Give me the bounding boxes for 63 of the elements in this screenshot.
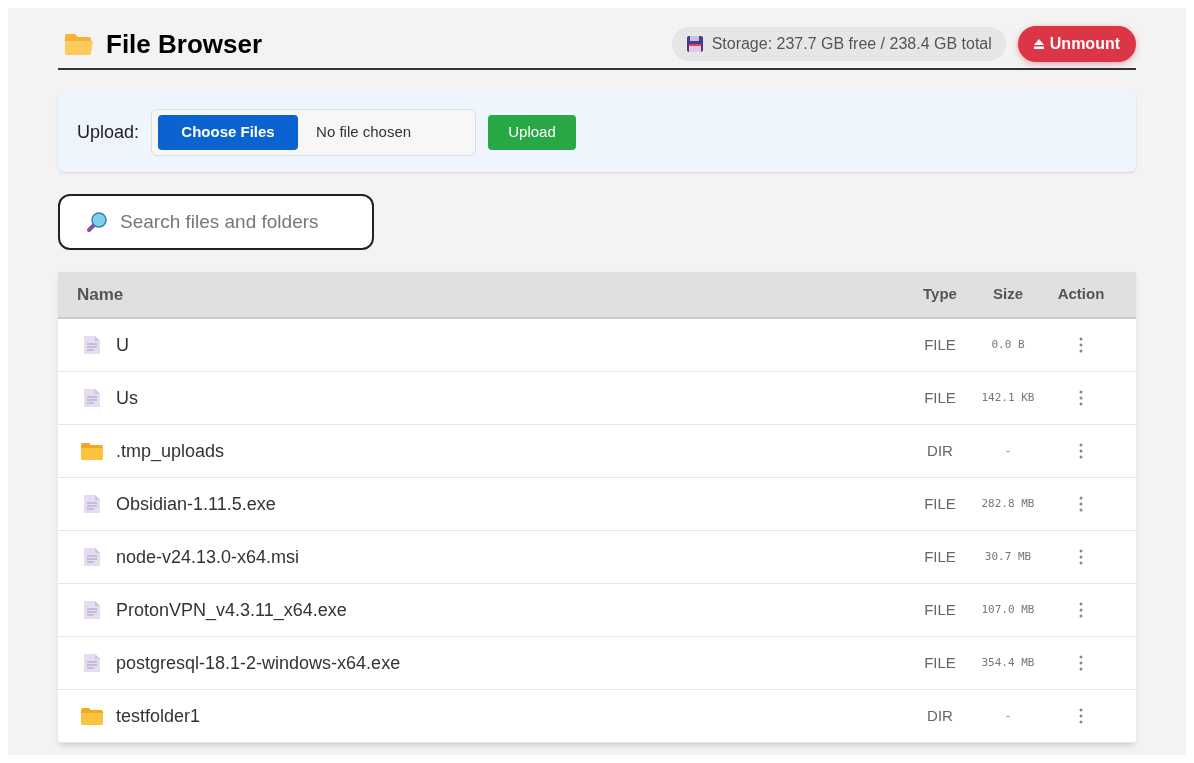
eject-icon bbox=[1033, 39, 1044, 49]
more-options-icon[interactable] bbox=[1079, 549, 1083, 565]
search-icon bbox=[86, 211, 108, 233]
size-cell-text: 354.4 MB bbox=[980, 654, 1036, 671]
column-header: Type bbox=[922, 284, 958, 305]
type-cell-text: DIR bbox=[926, 705, 954, 726]
file-name: Obsidian-1.11.5.exe bbox=[116, 492, 277, 516]
choose-files-button[interactable]: Choose Files bbox=[158, 114, 299, 150]
document-icon bbox=[83, 388, 101, 408]
unmount-button[interactable]: Unmount bbox=[1017, 26, 1136, 62]
column-header: Action bbox=[1056, 284, 1106, 305]
more-options-icon[interactable] bbox=[1079, 390, 1083, 406]
more-options-icon[interactable] bbox=[1079, 655, 1083, 671]
type-cell-text: FILE bbox=[923, 387, 957, 408]
size-cell-text: 107.0 MB bbox=[980, 601, 1036, 618]
file-input[interactable]: Choose Files No file chosen bbox=[151, 108, 477, 156]
more-options-icon[interactable] bbox=[1079, 443, 1083, 459]
file-status-text: No file chosen bbox=[316, 121, 412, 142]
size-cell-text: - bbox=[1003, 707, 1013, 724]
document-icon bbox=[83, 653, 101, 673]
page-title: File Browser bbox=[106, 27, 263, 61]
table-row[interactable]: Us FILE 142.1 KB bbox=[58, 372, 1136, 425]
type-cell-text: FILE bbox=[923, 599, 957, 620]
folder-icon bbox=[64, 32, 94, 56]
document-icon bbox=[83, 494, 101, 514]
type-cell-text: DIR bbox=[926, 440, 954, 461]
table-row[interactable]: node-v24.13.0-x64.msi FILE 30.7 MB bbox=[58, 531, 1136, 584]
table-row[interactable]: .tmp_uploads DIR - bbox=[58, 425, 1136, 478]
type-cell-text: FILE bbox=[923, 334, 957, 355]
type-cell-text: FILE bbox=[923, 546, 957, 567]
table-row[interactable]: postgresql-18.1-2-windows-x64.exe FILE 354.4 MB bbox=[58, 637, 1136, 690]
size-cell-text: 0.0 B bbox=[990, 336, 1026, 353]
type-cell-text: FILE bbox=[923, 652, 957, 673]
column-header: Name bbox=[77, 283, 125, 306]
upload-label: Upload: bbox=[77, 120, 140, 144]
document-icon bbox=[83, 547, 101, 567]
file-name: node-v24.13.0-x64.msi bbox=[116, 545, 301, 569]
file-name: postgresql-18.1-2-windows-x64.exe bbox=[116, 651, 402, 675]
more-options-icon[interactable] bbox=[1079, 708, 1083, 724]
more-options-icon[interactable] bbox=[1079, 496, 1083, 512]
table-row[interactable]: ProtonVPN_v4.3.11_x64.exe FILE 107.0 MB bbox=[58, 584, 1136, 637]
document-icon bbox=[83, 335, 101, 355]
file-name: ProtonVPN_v4.3.11_x64.exe bbox=[116, 598, 348, 623]
size-cell-text: 30.7 MB bbox=[983, 548, 1033, 565]
more-options-icon[interactable] bbox=[1079, 602, 1083, 618]
size-cell-text: 282.8 MB bbox=[980, 495, 1036, 512]
file-name: testfolder1 bbox=[116, 704, 202, 728]
size-cell-text: - bbox=[1003, 442, 1013, 459]
table-row[interactable]: testfolder1 DIR - bbox=[58, 690, 1136, 743]
folder-icon bbox=[80, 441, 104, 461]
table-row[interactable]: U FILE 0.0 B bbox=[58, 319, 1136, 372]
folder-icon bbox=[80, 706, 104, 726]
type-cell-text: FILE bbox=[923, 493, 957, 514]
document-icon bbox=[83, 600, 101, 620]
file-name: .tmp_uploads bbox=[116, 439, 226, 464]
table-row[interactable]: Obsidian-1.11.5.exe FILE 282.8 MB bbox=[58, 478, 1136, 531]
size-cell-text: 142.1 KB bbox=[980, 389, 1036, 406]
file-name: Us bbox=[116, 386, 139, 410]
search-field[interactable]: Search files and folders bbox=[58, 194, 374, 250]
more-options-icon[interactable] bbox=[1079, 337, 1083, 353]
file-name: U bbox=[116, 333, 130, 357]
column-header: Size bbox=[992, 284, 1024, 305]
storage-text: Storage: 237.7 GB free / 238.4 GB total bbox=[711, 34, 992, 54]
